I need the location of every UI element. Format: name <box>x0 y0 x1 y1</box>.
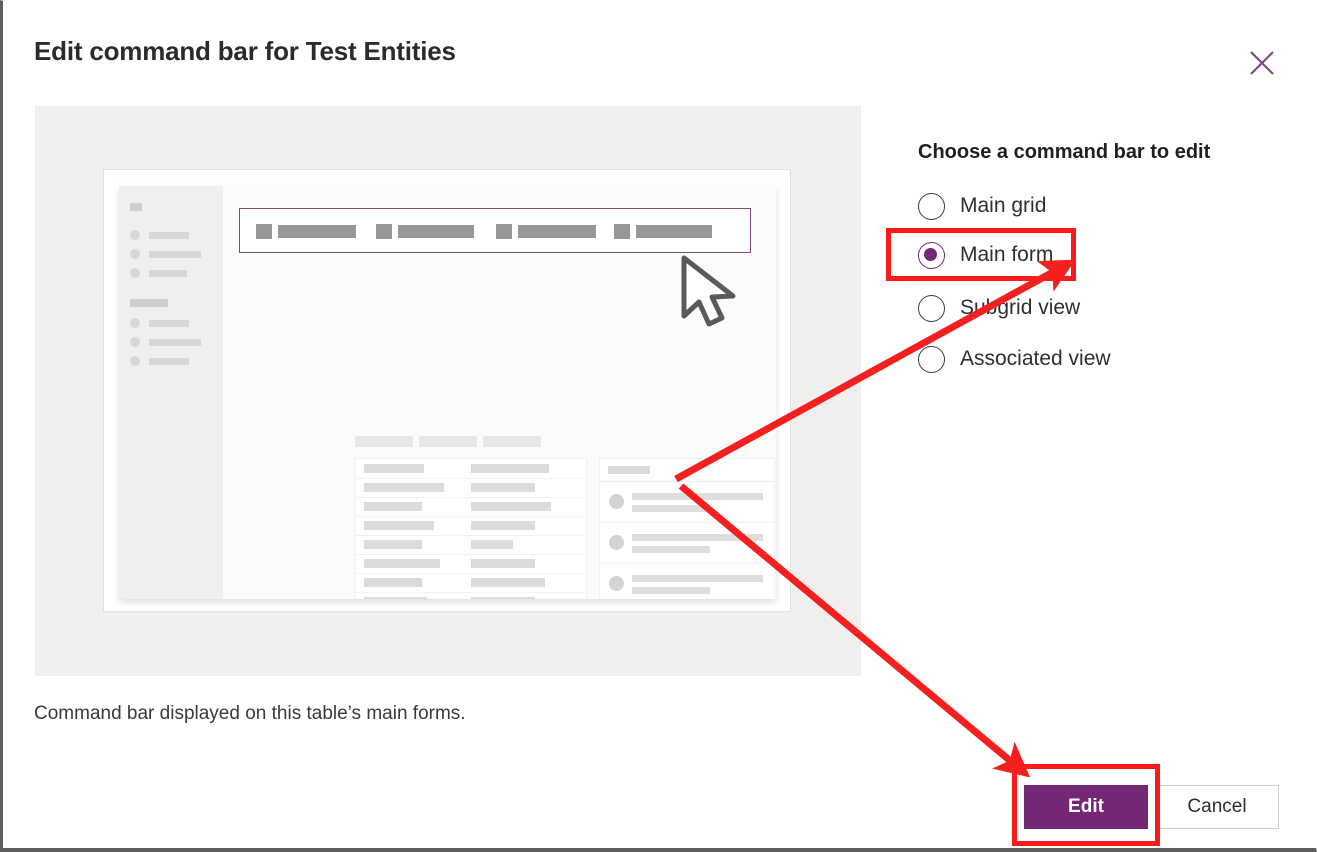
mock-sidebar <box>119 186 223 599</box>
preview-card <box>103 169 791 612</box>
mock-nav-icon <box>130 249 140 259</box>
mock-timeline-row <box>600 563 774 599</box>
annotation-highlight-edit-button <box>1012 764 1160 846</box>
choose-command-bar-label: Choose a command bar to edit <box>918 141 1211 163</box>
mock-nav-icon <box>130 356 140 366</box>
mock-form-row <box>356 478 586 498</box>
cancel-button[interactable]: Cancel <box>1155 785 1279 829</box>
preview-caption: Command bar displayed on this table’s ma… <box>34 703 466 724</box>
mock-form-row <box>356 554 586 574</box>
mock-command-icon <box>256 224 272 239</box>
mock-command-label <box>636 225 712 238</box>
radio-label: Associated view <box>960 347 1111 370</box>
mock-form-card <box>355 458 587 599</box>
mock-nav-icon <box>130 268 140 278</box>
mock-form-tab <box>355 436 413 447</box>
mock-command-label <box>398 225 474 238</box>
mock-command-icon <box>376 224 392 239</box>
radio-option-main-grid[interactable]: Main grid <box>918 189 1046 223</box>
radio-option-subgrid-view[interactable]: Subgrid view <box>918 291 1080 325</box>
mock-command-label <box>278 225 356 238</box>
mock-form-tab <box>483 436 541 447</box>
mock-form-row <box>356 535 586 555</box>
radio-icon[interactable] <box>918 294 945 322</box>
radio-label: Subgrid view <box>960 296 1081 319</box>
mock-main-area <box>223 186 776 599</box>
mock-form-tab <box>419 436 477 447</box>
mock-form-row <box>356 592 586 599</box>
mock-avatar <box>609 494 624 509</box>
close-icon <box>1240 41 1288 85</box>
command-bar-preview-panel <box>35 106 861 676</box>
radio-option-associated-view[interactable]: Associated view <box>918 342 1111 376</box>
mock-command-bar-highlight <box>239 208 751 253</box>
mock-form-row <box>356 516 586 536</box>
hamburger-icon <box>130 203 142 211</box>
preview-app-mock <box>119 186 776 599</box>
mock-nav-section-header <box>130 299 168 307</box>
mouse-pointer-icon <box>678 254 750 337</box>
mock-command-icon <box>496 224 512 239</box>
mock-nav-label <box>149 320 189 327</box>
dialog-window: Edit command bar for Test Entities Comma… <box>0 0 1317 852</box>
mock-command-label <box>518 225 596 238</box>
mock-nav-label <box>149 232 189 239</box>
mock-form-row <box>356 573 586 593</box>
annotation-highlight-main-form <box>886 228 1076 281</box>
close-button[interactable] <box>1240 39 1288 87</box>
mock-command-icon <box>614 224 630 239</box>
mock-nav-label <box>149 339 201 346</box>
page-title: Edit command bar for Test Entities <box>34 36 456 66</box>
mock-nav-label <box>149 358 189 365</box>
mock-nav-label <box>149 251 201 258</box>
mock-nav-label <box>149 270 187 277</box>
mock-timeline-row <box>600 522 774 564</box>
mock-timeline-row <box>600 481 774 523</box>
mock-timeline-header <box>600 459 774 482</box>
radio-icon[interactable] <box>918 345 945 373</box>
mock-form-row <box>356 459 586 479</box>
mock-avatar <box>609 576 624 591</box>
mock-timeline-card <box>599 458 775 599</box>
mock-nav-icon <box>130 318 140 328</box>
radio-icon[interactable] <box>918 192 945 220</box>
mock-nav-icon <box>130 337 140 347</box>
mock-avatar <box>609 535 624 550</box>
mock-form-row <box>356 497 586 517</box>
mock-nav-icon <box>130 230 140 240</box>
radio-label: Main grid <box>960 194 1047 217</box>
